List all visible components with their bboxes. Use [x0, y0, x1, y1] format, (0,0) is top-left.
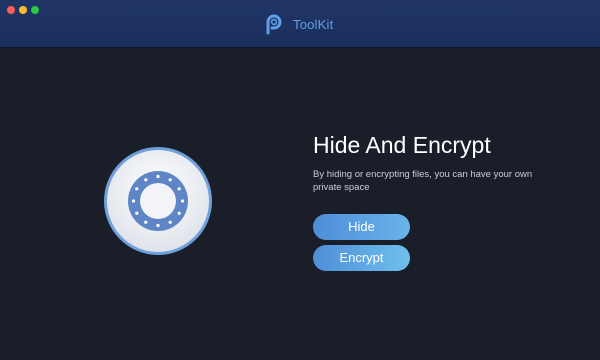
hide-button[interactable]: Hide [313, 214, 410, 240]
app-title: ToolKit [293, 16, 334, 32]
toolkit-logo-icon [266, 14, 282, 35]
app-brand: ToolKit [264, 13, 333, 35]
page-title: Hide And Encrypt [313, 132, 491, 158]
vault-lock-icon [103, 146, 213, 256]
maximize-window-button[interactable] [31, 6, 39, 14]
app-window: ToolKit Hide And Encrypt By hiding or en… [0, 0, 600, 360]
title-bar: ToolKit [0, 0, 600, 48]
encrypt-button[interactable]: Encrypt [313, 245, 410, 271]
feature-description: By hiding or encrypting files, you can h… [313, 169, 533, 193]
close-window-button[interactable] [7, 6, 15, 14]
minimize-window-button[interactable] [19, 6, 27, 14]
